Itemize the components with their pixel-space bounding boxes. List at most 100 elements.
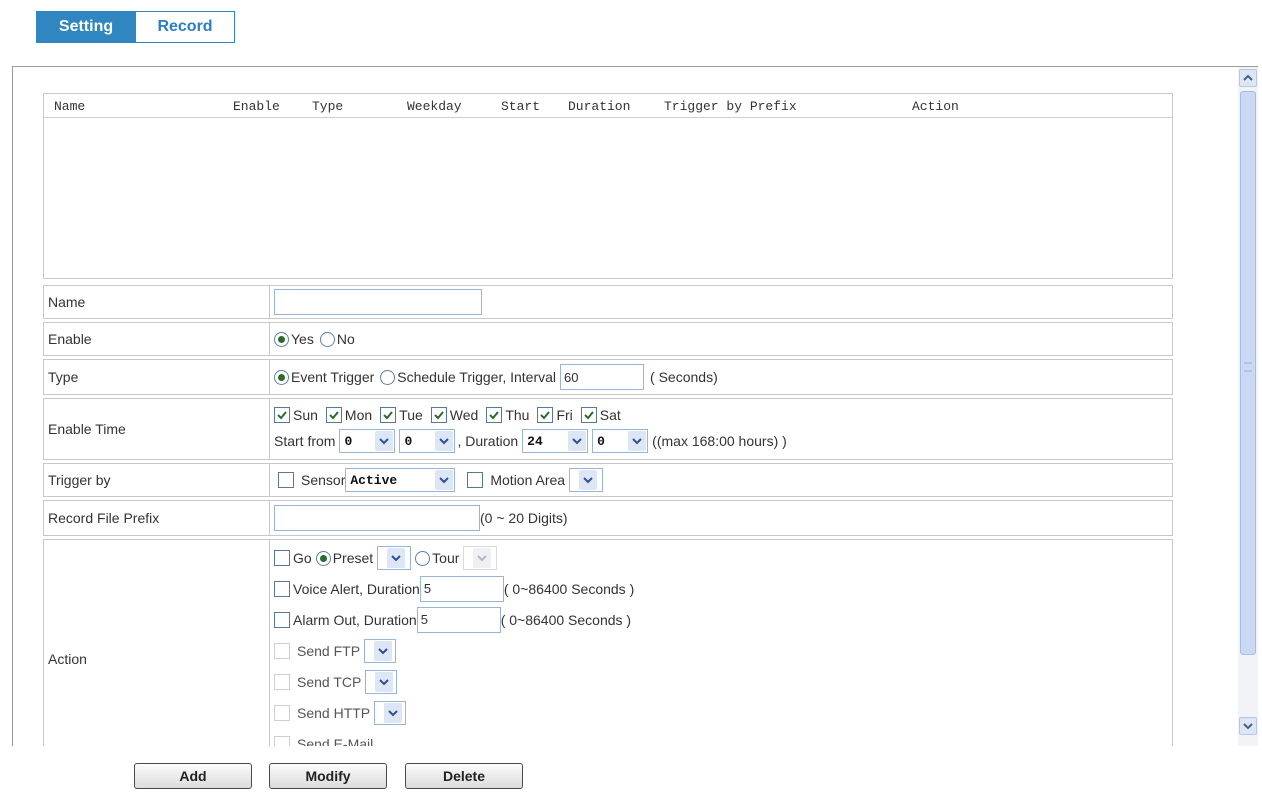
- column-name: Name: [54, 99, 86, 114]
- voice-alert-note: ( 0~86400 Seconds ): [503, 580, 635, 597]
- tue-label: Tue: [399, 407, 423, 423]
- radio-selected-dot: [319, 554, 327, 562]
- trigger-by-label: Trigger by: [44, 464, 270, 496]
- column-trigger-prefix: Trigger by Prefix: [664, 99, 797, 114]
- send-ftp-label: Send FTP: [297, 642, 361, 659]
- preset-label: Preset: [332, 550, 374, 566]
- send-tcp-label: Send TCP: [297, 673, 362, 690]
- fri-checkbox[interactable]: [537, 407, 554, 423]
- duration-label: , Duration: [457, 433, 519, 449]
- row-action: Action Go Preset Tour Voice Alert, Durat…: [43, 539, 1173, 746]
- row-record-prefix: Record File Prefix (0 ~ 20 Digits): [43, 500, 1173, 536]
- motion-area-label: Motion Area: [490, 472, 566, 488]
- preset-select[interactable]: [377, 546, 412, 570]
- scroll-down-button[interactable]: [1239, 717, 1257, 735]
- start-hour-select[interactable]: 0: [339, 429, 396, 453]
- schedule-trigger-radio[interactable]: [380, 369, 396, 385]
- send-http-label: Send HTTP: [297, 704, 371, 721]
- sat-checkbox[interactable]: [580, 407, 597, 423]
- enable-yes-label: Yes: [291, 331, 314, 347]
- start-minute-value: 0: [404, 433, 413, 449]
- schedule-trigger-label: Schedule Trigger, Interval: [397, 369, 557, 385]
- send-tcp-select[interactable]: [365, 669, 398, 694]
- sensor-value: Active: [350, 472, 398, 488]
- tour-select[interactable]: [463, 546, 498, 570]
- go-label: Go: [293, 550, 312, 566]
- alarm-out-checkbox[interactable]: [274, 611, 290, 628]
- thu-checkbox[interactable]: [486, 407, 503, 423]
- send-ftp-checkbox[interactable]: [274, 642, 290, 659]
- chevron-down-icon: [374, 640, 393, 661]
- record-prefix-input[interactable]: [274, 505, 480, 531]
- add-button[interactable]: Add: [134, 763, 252, 789]
- event-trigger-radio[interactable]: [274, 369, 289, 385]
- tab-bar: Setting Record: [36, 11, 235, 43]
- wed-checkbox[interactable]: [430, 407, 447, 423]
- check-icon: [540, 411, 551, 420]
- send-email-checkbox[interactable]: [274, 735, 290, 746]
- name-label: Name: [44, 286, 270, 318]
- start-minute-select[interactable]: 0: [399, 429, 456, 453]
- chevron-down-icon: [628, 431, 647, 451]
- send-http-select[interactable]: [374, 700, 407, 725]
- name-input[interactable]: [274, 289, 482, 315]
- preset-radio[interactable]: [315, 550, 331, 566]
- voice-alert-checkbox[interactable]: [274, 580, 290, 597]
- sun-checkbox[interactable]: [274, 407, 290, 423]
- send-ftp-select[interactable]: [364, 638, 397, 663]
- send-tcp-checkbox[interactable]: [274, 673, 290, 690]
- check-icon: [277, 411, 287, 420]
- row-enable: Enable Yes No: [43, 322, 1173, 356]
- column-start: Start: [501, 99, 541, 114]
- enable-time-label: Enable Time: [44, 399, 270, 459]
- tab-setting[interactable]: Setting: [36, 11, 136, 43]
- scroll-thumb[interactable]: [1240, 91, 1256, 655]
- column-action: Action: [912, 99, 959, 114]
- enable-no-radio[interactable]: [319, 331, 335, 347]
- radio-selected-dot: [278, 335, 285, 343]
- tue-checkbox[interactable]: [380, 407, 397, 423]
- go-checkbox[interactable]: [274, 550, 290, 566]
- sensor-checkbox[interactable]: [278, 472, 294, 488]
- mon-label: Mon: [344, 407, 373, 423]
- tab-record[interactable]: Record: [135, 11, 235, 43]
- tour-label: Tour: [432, 550, 460, 566]
- enable-yes-radio[interactable]: [274, 331, 289, 347]
- column-type: Type: [312, 99, 344, 114]
- enable-no-label: No: [336, 331, 355, 347]
- interval-unit: ( Seconds): [650, 369, 718, 385]
- chevron-up-icon: [1243, 74, 1253, 81]
- sensor-select[interactable]: Active: [345, 468, 456, 492]
- vertical-scrollbar[interactable]: [1238, 67, 1258, 746]
- sun-label: Sun: [293, 407, 318, 423]
- alarm-out-duration-input[interactable]: [416, 606, 501, 633]
- motion-area-select[interactable]: [569, 468, 604, 492]
- duration-hour-select[interactable]: 24: [522, 429, 589, 453]
- check-icon: [383, 411, 393, 420]
- row-enable-time: Enable Time Sun Mon Tue Wed Thu Fri Sat …: [43, 398, 1173, 460]
- record-prefix-label: Record File Prefix: [44, 501, 270, 535]
- motion-area-checkbox[interactable]: [467, 472, 484, 488]
- voice-alert-duration-input[interactable]: [419, 575, 504, 602]
- scroll-up-button[interactable]: [1239, 69, 1257, 87]
- delete-button[interactable]: Delete: [405, 763, 523, 789]
- event-list-header: Name Enable Type Weekday Start Duration …: [44, 94, 1172, 118]
- tour-radio[interactable]: [415, 550, 431, 566]
- interval-input[interactable]: [560, 364, 645, 390]
- chevron-down-icon: [1243, 723, 1253, 730]
- record-prefix-note: (0 ~ 20 Digits): [480, 510, 568, 526]
- sensor-label: Sensor: [301, 472, 346, 488]
- send-http-checkbox[interactable]: [274, 704, 290, 721]
- chevron-down-icon: [384, 702, 403, 723]
- check-icon: [329, 411, 339, 420]
- grip-icon: [1244, 362, 1252, 372]
- chevron-down-icon: [473, 548, 492, 568]
- max-duration-note: ((max 168:00 hours) ): [652, 433, 787, 449]
- chevron-down-icon: [579, 470, 598, 490]
- radio-selected-dot: [278, 373, 285, 381]
- duration-minute-select[interactable]: 0: [592, 429, 649, 453]
- mon-checkbox[interactable]: [325, 407, 342, 423]
- modify-button[interactable]: Modify: [269, 763, 387, 789]
- alarm-out-label: Alarm Out, Duration: [293, 611, 417, 628]
- event-form: Name Enable Yes No Type Event Trigger Sc…: [43, 285, 1173, 746]
